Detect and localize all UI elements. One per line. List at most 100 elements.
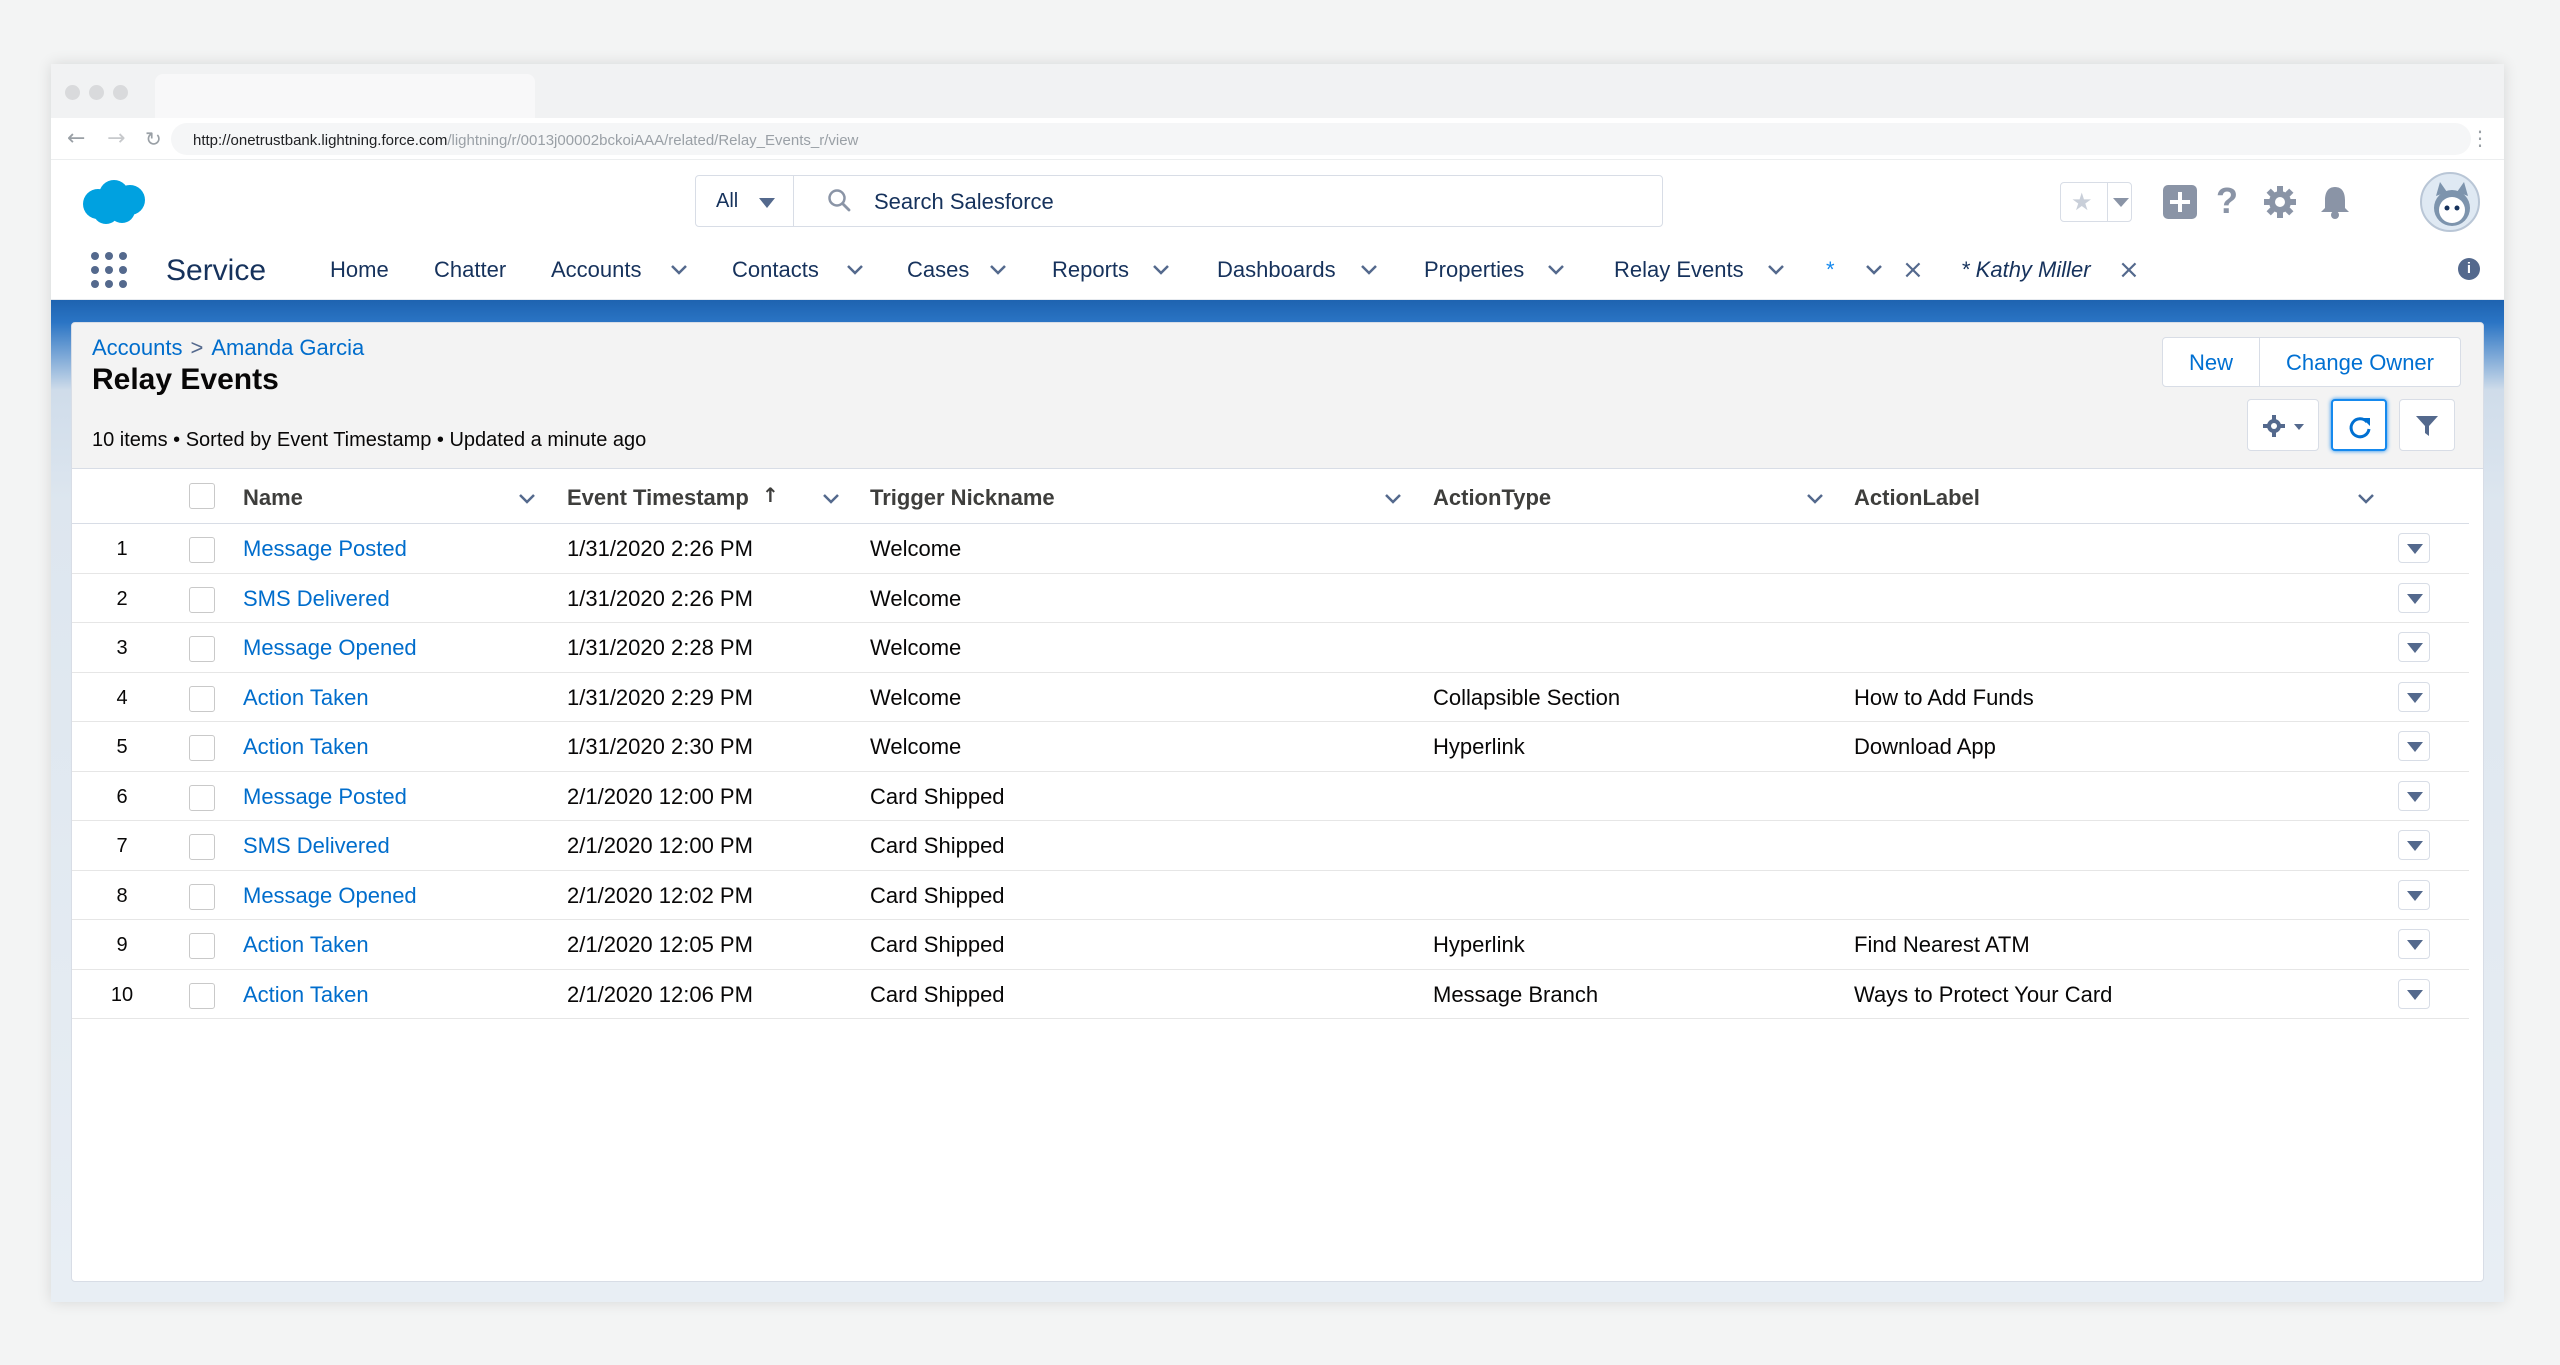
chevron-down-icon[interactable] <box>822 493 840 505</box>
chevron-down-icon[interactable] <box>1384 493 1402 505</box>
relay-events-table: Name Event Timestamp ↑ Trigger Nickname … <box>72 469 2469 1019</box>
nav-item-properties[interactable]: Properties <box>1424 257 1524 283</box>
chevron-down-icon[interactable] <box>989 264 1007 276</box>
trigger-nickname-cell: Card Shipped <box>870 981 1005 1007</box>
name-link[interactable]: SMS Delivered <box>243 586 390 612</box>
row-actions-menu[interactable] <box>2398 929 2430 959</box>
forward-icon[interactable]: → <box>107 126 125 151</box>
nav-item-accounts[interactable]: Accounts <box>551 257 642 283</box>
action-label-cell: Download App <box>1854 734 1996 759</box>
table-row: 1 Message Posted 1/31/2020 2:26 PM Welco… <box>72 524 2469 574</box>
chevron-down-icon[interactable] <box>2357 493 2375 505</box>
row-actions-menu[interactable] <box>2398 780 2430 811</box>
nav-item-chatter[interactable]: Chatter <box>434 257 506 283</box>
filter-button[interactable] <box>2399 399 2455 451</box>
list-header: Accounts > Amanda Garcia Relay Events 10 i… <box>72 323 2483 469</box>
app-launcher-icon[interactable] <box>91 252 127 288</box>
breadcrumb-accounts[interactable]: Accounts <box>92 335 183 360</box>
chevron-down-icon[interactable] <box>1360 264 1378 276</box>
row-checkbox[interactable] <box>189 636 215 662</box>
column-header-name[interactable]: Name <box>243 485 303 511</box>
row-actions-menu[interactable] <box>2398 978 2430 1009</box>
name-link[interactable]: Action Taken <box>243 734 369 760</box>
nav-item-dashboards[interactable]: Dashboards <box>1217 257 1336 283</box>
row-actions-menu[interactable] <box>2398 731 2430 761</box>
row-checkbox[interactable] <box>189 883 215 910</box>
chevron-down-icon[interactable] <box>846 264 864 276</box>
name-link[interactable]: Action Taken <box>243 685 369 711</box>
row-checkbox[interactable] <box>189 685 215 712</box>
row-checkbox[interactable] <box>189 537 215 563</box>
row-actions-menu[interactable] <box>2398 681 2430 712</box>
chevron-down-icon[interactable] <box>670 264 688 276</box>
name-link[interactable]: Message Opened <box>243 883 417 909</box>
row-actions-menu[interactable] <box>2398 582 2430 613</box>
column-header-action-label[interactable]: ActionLabel <box>1854 485 1980 511</box>
column-header-event-timestamp[interactable]: Event Timestamp <box>567 485 749 511</box>
setup-gear-icon[interactable] <box>2262 184 2298 225</box>
chevron-down-icon[interactable] <box>1152 264 1170 276</box>
refresh-button[interactable] <box>2331 399 2387 451</box>
chevron-down-icon[interactable] <box>1865 264 1883 276</box>
browser-menu-icon[interactable]: ⋮ <box>2470 126 2490 151</box>
list-settings-button[interactable] <box>2247 399 2319 451</box>
add-icon[interactable] <box>2162 184 2198 225</box>
search-scope-dropdown[interactable]: All <box>696 176 794 226</box>
row-actions-menu[interactable] <box>2398 632 2430 662</box>
close-icon[interactable]: × <box>2118 255 2140 285</box>
name-link[interactable]: Message Posted <box>243 536 407 562</box>
star-icon: ★ <box>2071 189 2093 216</box>
chevron-down-icon[interactable] <box>1547 264 1565 276</box>
row-actions-menu[interactable] <box>2398 879 2430 910</box>
favorites-button[interactable]: ★ <box>2060 182 2132 222</box>
name-link[interactable]: Action Taken <box>243 932 369 958</box>
name-link[interactable]: SMS Delivered <box>243 833 390 859</box>
favorites-dropdown[interactable] <box>2107 183 2133 221</box>
column-header-action-type[interactable]: ActionType <box>1433 485 1551 511</box>
browser-tab[interactable] <box>155 74 535 118</box>
info-icon[interactable]: i <box>2458 258 2480 280</box>
url-text: http://onetrustbank.lightning.force.com/… <box>193 132 858 149</box>
url-bar[interactable]: http://onetrustbank.lightning.force.com/… <box>171 123 2471 155</box>
column-header-trigger-nickname[interactable]: Trigger Nickname <box>870 485 1055 511</box>
row-checkbox[interactable] <box>189 982 215 1009</box>
nav-item-cases[interactable]: Cases <box>907 257 969 283</box>
event-timestamp-cell: 1/31/2020 2:26 PM <box>567 536 753 561</box>
nav-item-kathy-miller[interactable]: * Kathy Miller <box>1961 257 2091 283</box>
name-link[interactable]: Message Posted <box>243 784 407 810</box>
new-button[interactable]: New <box>2162 337 2261 387</box>
breadcrumb-amanda-garcia[interactable]: Amanda Garcia <box>211 335 364 360</box>
chevron-down-icon[interactable] <box>1767 264 1785 276</box>
chevron-down-icon[interactable] <box>518 493 536 505</box>
nav-item-unsaved-tab[interactable]: * <box>1826 257 1835 283</box>
select-all-checkbox[interactable] <box>189 483 215 509</box>
bell-icon[interactable] <box>2318 184 2352 225</box>
row-checkbox[interactable] <box>189 933 215 959</box>
change-owner-button[interactable]: Change Owner <box>2260 337 2461 387</box>
salesforce-logo[interactable] <box>78 178 150 226</box>
back-icon[interactable]: ← <box>67 126 85 151</box>
row-checkbox[interactable] <box>189 834 215 860</box>
avatar[interactable] <box>2420 172 2480 232</box>
url-host: http://onetrustbank.lightning.force.com <box>193 132 448 149</box>
window-zoom-dot[interactable] <box>113 85 128 100</box>
close-icon[interactable]: × <box>1902 255 1924 285</box>
row-checkbox[interactable] <box>189 735 215 761</box>
search-input[interactable]: Search Salesforce <box>874 189 1054 215</box>
row-number: 5 <box>116 736 128 758</box>
window-minimize-dot[interactable] <box>89 85 104 100</box>
reload-icon[interactable]: ↻ <box>145 127 162 151</box>
nav-item-reports[interactable]: Reports <box>1052 257 1129 283</box>
row-checkbox[interactable] <box>189 784 215 811</box>
help-icon[interactable]: ? <box>2216 180 2238 222</box>
name-link[interactable]: Message Opened <box>243 635 417 661</box>
name-link[interactable]: Action Taken <box>243 982 369 1008</box>
row-actions-menu[interactable] <box>2398 830 2430 860</box>
chevron-down-icon[interactable] <box>1806 493 1824 505</box>
window-close-dot[interactable] <box>65 85 80 100</box>
row-checkbox[interactable] <box>189 586 215 613</box>
nav-item-home[interactable]: Home <box>330 257 389 283</box>
nav-item-relay-events[interactable]: Relay Events <box>1614 257 1744 283</box>
row-actions-menu[interactable] <box>2398 533 2430 563</box>
nav-item-contacts[interactable]: Contacts <box>732 257 819 283</box>
